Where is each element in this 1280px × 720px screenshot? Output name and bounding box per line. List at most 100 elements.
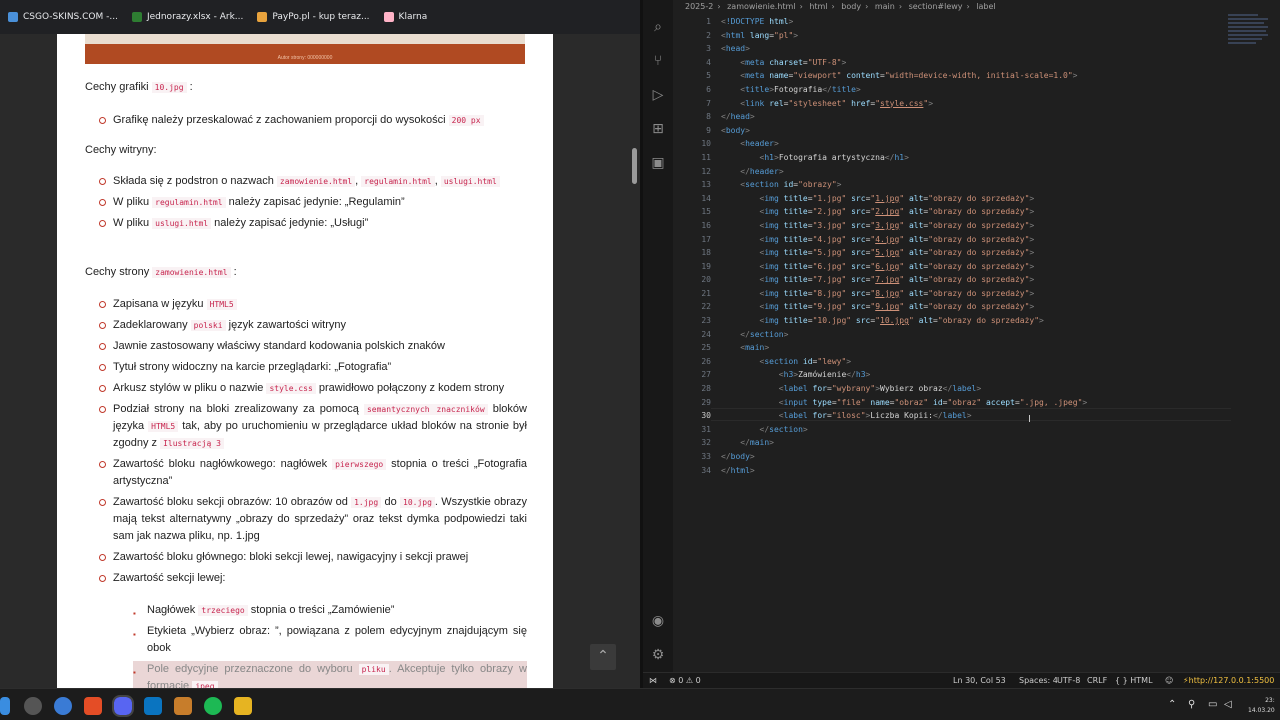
line-number: 29 bbox=[701, 397, 711, 407]
bookmark-csgo-skins[interactable]: CSGO-SKINS.COM -... bbox=[8, 12, 118, 22]
remote-icon[interactable]: ⋈ bbox=[649, 676, 657, 685]
bookmark-label: CSGO-SKINS.COM -... bbox=[23, 12, 118, 22]
code-content[interactable]: <!DOCTYPE html> <html lang="pl"> <head> <m… bbox=[721, 15, 1221, 477]
code-line[interactable]: </header> bbox=[721, 165, 1221, 179]
live-server-status[interactable]: ⚡http://127.0.0.1:5500 bbox=[1183, 676, 1274, 685]
code-line[interactable]: <!DOCTYPE html> bbox=[721, 15, 1221, 29]
code-line[interactable]: <h1>Fotografia artystyczna</h1> bbox=[721, 151, 1221, 165]
settings-app-icon[interactable] bbox=[24, 697, 42, 715]
brave-browser-icon[interactable] bbox=[84, 697, 102, 715]
list-item: Arkusz stylów w pliku o nazwie style.css… bbox=[99, 380, 527, 397]
code-line[interactable]: <link rel="stylesheet" href="style.css"> bbox=[721, 97, 1221, 111]
code-line[interactable]: <body> bbox=[721, 124, 1221, 138]
volume-icon[interactable]: ◁ bbox=[1224, 699, 1232, 710]
code-line[interactable]: <img title="4.jpg" src="4.jpg" alt="obra… bbox=[721, 233, 1221, 247]
edge-browser-icon[interactable] bbox=[54, 697, 72, 715]
cursor-position[interactable]: Ln 30, Col 53 bbox=[953, 676, 1006, 685]
breadcrumb-item[interactable]: section#lewy bbox=[909, 2, 963, 11]
bookmark-paypo[interactable]: PayPo.pl - kup teraz... bbox=[257, 12, 370, 22]
code-line[interactable]: <label for="wybrany">Wybierz obraz</labe… bbox=[721, 382, 1221, 396]
code-snippet: 200 px bbox=[448, 115, 484, 126]
code-line[interactable]: <header> bbox=[721, 137, 1221, 151]
spotify-icon[interactable] bbox=[204, 697, 222, 715]
code-line[interactable]: <section id="obrazy"> bbox=[721, 178, 1221, 192]
code-line[interactable]: <head> bbox=[721, 42, 1221, 56]
indentation[interactable]: Spaces: 4 bbox=[1019, 676, 1058, 685]
code-line[interactable]: <img title="8.jpg" src="8.jpg" alt="obra… bbox=[721, 287, 1221, 301]
code-line[interactable]: </section> bbox=[721, 328, 1221, 342]
xampp-icon[interactable] bbox=[174, 697, 192, 715]
code-line[interactable]: <img title="1.jpg" src="1.jpg" alt="obra… bbox=[721, 192, 1221, 206]
breadcrumb-item[interactable]: label bbox=[976, 2, 995, 11]
usb-icon[interactable]: ⚲ bbox=[1188, 699, 1195, 710]
chevron-up-icon[interactable]: ⌃ bbox=[1168, 699, 1176, 710]
discord-icon[interactable] bbox=[112, 695, 134, 717]
item-text: Grafikę należy przeskalować z zachowanie… bbox=[113, 114, 446, 126]
code-line[interactable]: <main> bbox=[721, 341, 1221, 355]
line-number: 10 bbox=[701, 139, 711, 149]
code-line[interactable]: <img title="10.jpg" src="10.jpg" alt="ob… bbox=[721, 314, 1221, 328]
list-item: Zawartość bloku głównego: bloki sekcji l… bbox=[99, 549, 527, 566]
account-icon[interactable]: ◉ bbox=[649, 612, 667, 630]
code-line[interactable]: <section id="lewy"> bbox=[721, 355, 1221, 369]
code-line[interactable]: </html> bbox=[721, 464, 1221, 478]
clock-date: 14.03.20 bbox=[1248, 707, 1275, 714]
line-number: 18 bbox=[701, 248, 711, 258]
breadcrumb-item[interactable]: 2025-2 bbox=[685, 2, 713, 11]
vscode-icon[interactable] bbox=[144, 697, 162, 715]
minimap[interactable] bbox=[1228, 12, 1272, 60]
extensions-icon[interactable]: ⊞ bbox=[649, 120, 667, 138]
encoding[interactable]: UTF-8 bbox=[1057, 676, 1080, 685]
code-line[interactable]: <input type="file" name="obraz" id="obra… bbox=[721, 396, 1221, 410]
code-line[interactable]: </body> bbox=[721, 450, 1221, 464]
scroll-to-top-button[interactable]: ⌃ bbox=[590, 644, 616, 670]
code-line[interactable]: </main> bbox=[721, 436, 1221, 450]
file-explorer-icon[interactable] bbox=[234, 697, 252, 715]
gear-icon[interactable]: ⚙ bbox=[649, 646, 667, 664]
code-editor[interactable]: 2025-2 › zamowienie.html › html › body › mai… bbox=[673, 0, 1280, 672]
network-icon[interactable]: ▭ bbox=[1208, 699, 1217, 710]
code-line[interactable]: <h3>Zamówienie</h3> bbox=[721, 368, 1221, 382]
line-number: 22 bbox=[701, 302, 711, 312]
item-text: Podział strony na bloki zrealizowany za … bbox=[113, 403, 359, 415]
scrollbar-thumb[interactable] bbox=[632, 148, 637, 184]
breadcrumb-item[interactable]: main bbox=[875, 2, 895, 11]
bookmark-jednorazy[interactable]: Jednorazy.xlsx - Ark... bbox=[131, 12, 243, 22]
problems-indicator[interactable]: ⊗ 0 ⚠ 0 bbox=[669, 676, 701, 685]
item-text: do bbox=[384, 496, 397, 508]
run-debug-icon[interactable]: ▷ bbox=[649, 86, 667, 104]
browser-scrollbar[interactable] bbox=[629, 34, 640, 688]
language-mode[interactable]: { } HTML bbox=[1115, 676, 1153, 685]
code-line[interactable]: <html lang="pl"> bbox=[721, 29, 1221, 43]
breadcrumb-item[interactable]: body bbox=[841, 2, 861, 11]
bookmark-klarna[interactable]: Klarna bbox=[383, 12, 427, 22]
search-icon[interactable]: ⌕ bbox=[649, 18, 667, 36]
end-of-line[interactable]: CRLF bbox=[1087, 676, 1107, 685]
code-line[interactable]: <meta charset="UTF-8"> bbox=[721, 56, 1221, 70]
clock[interactable]: 23: 14.03.20 bbox=[1248, 696, 1275, 716]
code-line[interactable]: <meta name="viewport" content="width=dev… bbox=[721, 69, 1221, 83]
copilot-icon[interactable]: ☺ bbox=[1165, 676, 1173, 685]
code-line[interactable]: <img title="6.jpg" src="6.jpg" alt="obra… bbox=[721, 260, 1221, 274]
breadcrumb-separator: › bbox=[898, 2, 903, 11]
code-line[interactable]: </head> bbox=[721, 110, 1221, 124]
code-line[interactable]: </section> bbox=[721, 423, 1221, 437]
code-line[interactable]: <img title="2.jpg" src="2.jpg" alt="obra… bbox=[721, 205, 1221, 219]
start-icon[interactable] bbox=[0, 697, 10, 715]
line-number: 28 bbox=[701, 384, 711, 394]
code-line[interactable]: <img title="5.jpg" src="5.jpg" alt="obra… bbox=[721, 246, 1221, 260]
code-line[interactable]: <img title="3.jpg" src="3.jpg" alt="obra… bbox=[721, 219, 1221, 233]
breadcrumb-item[interactable]: zamowienie.html bbox=[727, 2, 795, 11]
status-bar: ⋈ ⊗ 0 ⚠ 0 Ln 30, Col 53 Spaces: 4 UTF-8 … bbox=[643, 672, 1280, 688]
code-line[interactable]: <label for="ilosc">Liczba Kopii:</label> bbox=[721, 409, 1221, 423]
remote-explorer-icon[interactable]: ▣ bbox=[649, 154, 667, 172]
minimap-line bbox=[1228, 30, 1266, 32]
heading-text: : bbox=[233, 266, 237, 278]
list-item: Grafikę należy przeskalować z zachowanie… bbox=[99, 112, 527, 129]
item-text: Pole edycyjne przeznaczone do wyboru bbox=[147, 663, 353, 675]
breadcrumb-item[interactable]: html bbox=[809, 2, 827, 11]
code-line[interactable]: <img title="9.jpg" src="9.jpg" alt="obra… bbox=[721, 300, 1221, 314]
source-control-icon[interactable]: ⑂ bbox=[649, 52, 667, 70]
code-line[interactable]: <title>Fotografia</title> bbox=[721, 83, 1221, 97]
code-line[interactable]: <img title="7.jpg" src="7.jpg" alt="obra… bbox=[721, 273, 1221, 287]
